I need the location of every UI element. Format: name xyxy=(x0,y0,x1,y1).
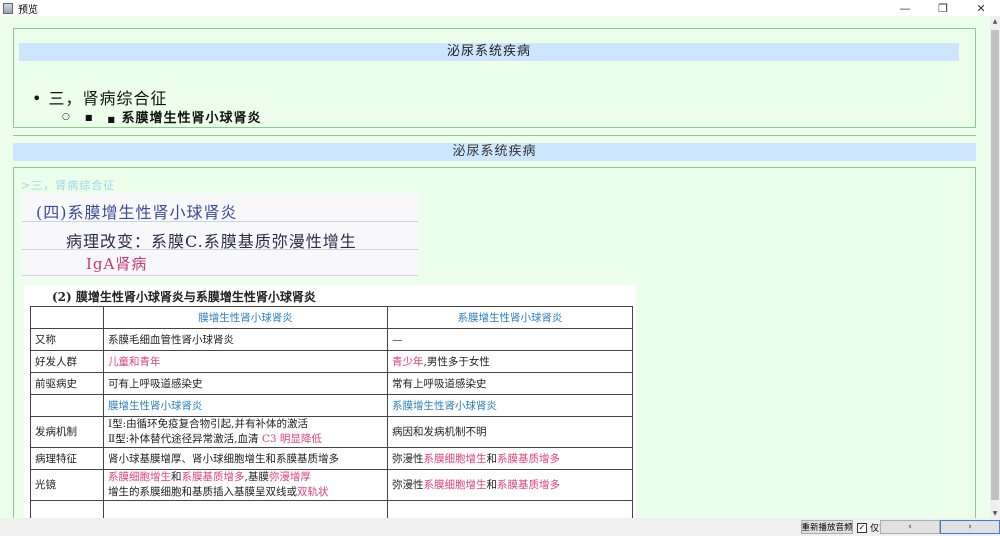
cell-text: Ⅰ型:由循环免疫复合物引起,并有补体的激活 xyxy=(108,418,309,430)
table-cell: — xyxy=(387,328,633,351)
table-cell: 发病机制 xyxy=(30,416,104,448)
previous-card-button[interactable]: ‹ xyxy=(880,520,940,534)
table-cell: 弥漫性系膜细胞增生和系膜基质增多 xyxy=(387,447,633,470)
table-cell: 病因和发病机制不明 xyxy=(387,416,633,448)
front-deck-header: 泌尿系统疾病 xyxy=(19,43,959,61)
front-item-2-label: 系膜增生性肾小球肾炎 xyxy=(121,111,262,126)
table-row: 病理特征 肾小球基膜增厚、肾小球细胞增生和系膜基质增多 弥漫性系膜细胞增生和系膜… xyxy=(30,447,633,470)
cell-text: 和 xyxy=(486,478,498,491)
back-breadcrumb: >三，肾病综合征 xyxy=(21,179,116,192)
comparison-table-image: (2) 膜增生性肾小球肾炎与系膜增生性肾小球肾炎 膜增生性肾小球肾炎 系膜增生性… xyxy=(24,285,636,518)
table-row xyxy=(30,500,633,518)
cell-text: 弥漫性 xyxy=(392,453,424,465)
handwritten-note-image: (四)系膜增生性肾小球肾炎 病理改变：系膜C.系膜基质弥漫性增生 IgA肾病 xyxy=(22,193,418,280)
cell-highlight: 系膜细胞增生 xyxy=(423,453,487,465)
cell-text: 弥漫性 xyxy=(392,478,424,491)
table-cell xyxy=(103,500,388,518)
table-header-cell: 膜增生性肾小球肾炎 xyxy=(103,306,388,329)
app-icon xyxy=(3,2,13,14)
table-row: 光镜 系膜细胞增生和系膜基质增多,基膜弥漫增厚 增生的系膜细胞和基质插入基膜呈双线… xyxy=(30,469,633,501)
cell-text: ,男性多于女性 xyxy=(423,356,490,368)
table-row: 发病机制 Ⅰ型:由循环免疫复合物引起,并有补体的激活 Ⅱ型:补体替代途径异常激活,… xyxy=(30,416,633,448)
cell-highlight: C3 明显降低 xyxy=(261,433,322,445)
table-cell: 青少年,男性多于女性 xyxy=(387,350,633,373)
front-item-2: ○ ■ ■ 系膜增生性肾小球肾炎 xyxy=(62,107,262,126)
cell-highlight: 系膜基质增多 xyxy=(497,478,560,491)
bullet-circle-icon: ○ xyxy=(62,111,71,122)
table-cell: 好发人群 xyxy=(30,350,104,373)
table-cell: Ⅰ型:由循环免疫复合物引起,并有补体的激活 Ⅱ型:补体替代途径异常激活,血清 C3… xyxy=(103,416,388,448)
table-cell xyxy=(30,500,104,518)
minimize-button[interactable]: — xyxy=(886,0,924,16)
window-title: 预览 xyxy=(18,4,38,16)
cell-highlight: 系膜细胞增生 xyxy=(108,471,171,483)
front-item-1-text: 三，肾病综合征 xyxy=(48,89,168,108)
table-cell: 系膜细胞增生和系膜基质增多,基膜弥漫增厚 增生的系膜细胞和基质插入基膜呈双线或双轨… xyxy=(103,469,388,501)
table-cell: 光镜 xyxy=(30,469,104,501)
table-cell xyxy=(387,500,633,518)
replay-audio-button[interactable]: 重新播放音频 xyxy=(801,520,853,534)
window-controls: — ❐ ✕ xyxy=(886,0,1000,16)
table-title: (2) 膜增生性肾小球肾炎与系膜增生性肾小球肾炎 xyxy=(52,290,316,304)
restore-button[interactable]: ❐ xyxy=(924,0,962,16)
front-card: 泌尿系统疾病 • 三，肾病综合征 ○ ■ ■ 系膜增生性肾小球肾炎 xyxy=(13,28,976,128)
note-line-2: 病理改变：系膜C.系膜基质弥漫性增生 xyxy=(66,232,357,251)
close-button[interactable]: ✕ xyxy=(962,0,1000,16)
note-rule-line xyxy=(22,275,418,276)
cell-text: 增生的系膜细胞和基质插入基膜呈双线或 xyxy=(108,486,297,498)
table-cell: 儿童和青年 xyxy=(103,350,388,373)
bullet-square-icon: ■ xyxy=(84,111,94,122)
table-row: 前驱病史 可有上呼吸道感染史 常有上呼吸道感染史 xyxy=(30,372,633,395)
next-card-button[interactable]: › xyxy=(940,520,1000,534)
note-line-3: IgA肾病 xyxy=(86,255,148,273)
back-deck-header: 泌尿系统疾病 xyxy=(13,143,976,161)
cell-text: Ⅱ型:补体替代途径异常激活,血清 C3 明显降低 xyxy=(108,432,383,447)
table-cell: 病理特征 xyxy=(30,447,104,470)
back-card: >三，肾病综合征 (四)系膜增生性肾小球肾炎 病理改变：系膜C.系膜基质弥漫性增… xyxy=(13,167,976,518)
cell-text: 和 xyxy=(486,453,498,465)
scroll-thumb[interactable] xyxy=(991,30,999,500)
table-header-cell xyxy=(30,306,104,329)
table-cell: 常有上呼吸道感染史 xyxy=(387,372,633,395)
preview-viewport: 泌尿系统疾病 • 三，肾病综合征 ○ ■ ■ 系膜增生性肾小球肾炎 泌尿系统疾病… xyxy=(0,16,990,518)
table-cell xyxy=(30,394,104,417)
front-item-1: • 三，肾病综合征 xyxy=(32,89,168,108)
cell-highlight: 系膜基质增多 xyxy=(497,453,560,465)
table-cell: 弥漫性系膜细胞增生和系膜基质增多 xyxy=(387,469,633,501)
table-cell: 前驱病史 xyxy=(30,372,104,395)
table-header-row: 膜增生性肾小球肾炎 系膜增生性肾小球肾炎 xyxy=(30,306,633,329)
card-divider xyxy=(13,135,976,136)
table-cell: 系膜毛细血管性肾小球肾炎 xyxy=(103,328,388,351)
table-cell: 系膜增生性肾小球肾炎 xyxy=(387,394,633,417)
cell-text: Ⅱ型:补体替代途径异常激活,血清 xyxy=(108,433,262,445)
front-item-2-text: ■ 系膜增生性肾小球肾炎 xyxy=(107,107,261,126)
bottom-toolbar: 重新播放音频 ✓ 仅背面 ‹ › xyxy=(0,518,1000,536)
table-cell: 膜增生性肾小球肾炎 xyxy=(103,394,388,417)
table-header-cell: 系膜增生性肾小球肾炎 xyxy=(387,306,633,329)
cell-highlight: 双轨状 xyxy=(297,486,329,498)
table-row: 膜增生性肾小球肾炎 系膜增生性肾小球肾炎 xyxy=(30,394,633,417)
cell-highlight: 青少年 xyxy=(392,356,424,368)
bullet-square-icon: ■ xyxy=(107,114,116,124)
table-row: 好发人群 儿童和青年 青少年,男性多于女性 xyxy=(30,350,633,373)
title-bar: 预览 — ❐ ✕ xyxy=(0,0,1000,16)
comparison-table: 膜增生性肾小球肾炎 系膜增生性肾小球肾炎 又称 系膜毛细血管性肾小球肾炎 — 好… xyxy=(30,306,633,518)
cell-text: ,基膜 xyxy=(244,471,269,483)
table-cell: 又称 xyxy=(30,328,104,351)
cell-text: 系膜细胞增生和系膜基质增多,基膜弥漫增厚 xyxy=(108,470,383,485)
cell-highlight: 弥漫增厚 xyxy=(268,471,311,483)
table-row: 又称 系膜毛细血管性肾小球肾炎 — xyxy=(30,328,633,351)
vertical-scrollbar[interactable]: ▲ ▼ xyxy=(990,16,1000,518)
note-line-1: (四)系膜增生性肾小球肾炎 xyxy=(36,203,238,222)
scroll-down-arrow-icon[interactable]: ▼ xyxy=(990,508,1000,518)
scroll-up-arrow-icon[interactable]: ▲ xyxy=(990,16,1000,26)
table-cell: 肾小球基膜增厚、肾小球细胞增生和系膜基质增多 xyxy=(103,447,388,470)
cell-text: 增生的系膜细胞和基质插入基膜呈双线或双轨状 xyxy=(108,485,383,500)
back-only-checkbox[interactable]: ✓ xyxy=(857,522,867,533)
cell-highlight: 系膜细胞增生 xyxy=(423,478,487,491)
cell-text: 和 xyxy=(171,471,182,483)
table-cell: 可有上呼吸道感染史 xyxy=(103,372,388,395)
cell-highlight: 系膜基质增多 xyxy=(181,471,245,483)
